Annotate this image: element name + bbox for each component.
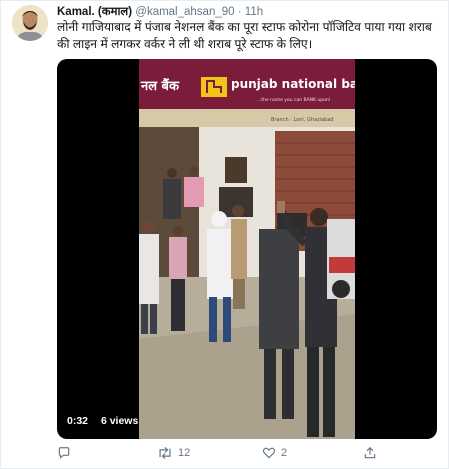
sign-branch: Branch : Loni, Ghaziabad [271,117,334,123]
tweet-text: लोनी गाजियाबाद में पंजाब नेशनल बैंक का प… [57,20,432,51]
share-icon [364,446,376,459]
retweet-count: 12 [178,447,191,459]
share-button[interactable] [363,446,382,460]
retweet-button[interactable]: 12 [157,446,190,460]
video-views: 6 views [100,415,139,427]
like-button[interactable]: 2 [262,446,287,460]
video-frame: नल बैंक punjab national bank ...the name… [139,59,355,439]
avatar[interactable] [12,5,48,41]
like-count: 2 [281,447,288,459]
retweet-icon [159,447,171,459]
sign-text-brand: punjab national bank [231,77,355,91]
reply-icon [58,447,70,459]
video-stats: 0:32 6 views [67,415,148,427]
sign-text-hindi: नल बैंक [140,78,180,94]
like-icon [262,447,276,459]
handle[interactable]: @kamal_ahsan_90 [135,6,234,18]
timestamp[interactable]: 11h [245,6,263,18]
display-name[interactable]: Kamal. (कमाल) [57,6,132,18]
sign-tagline: ...the name you can BANK upon! [257,97,331,103]
tweet-actions: 12 2 [57,446,437,462]
video-player[interactable]: नल बैंक punjab national bank ...the name… [57,59,437,439]
tweet-header: Kamal. (कमाल) @kamal_ahsan_90 · 11h [57,5,263,20]
avatar-image [12,5,48,41]
tweet-card: Kamal. (कमाल) @kamal_ahsan_90 · 11h लोनी… [0,0,449,469]
meta-separator: · [237,6,242,18]
video-duration: 0:32 [67,415,89,427]
video-still-image: नल बैंक punjab national bank ...the name… [139,59,355,439]
reply-button[interactable] [57,446,76,460]
